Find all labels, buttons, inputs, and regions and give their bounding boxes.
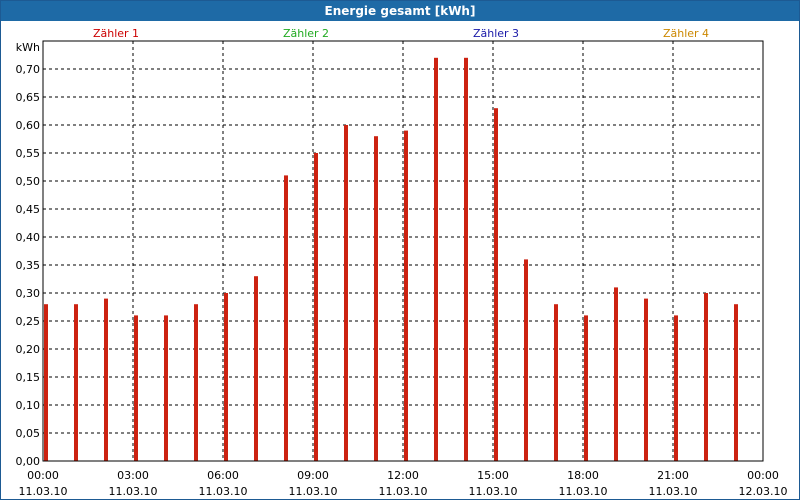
- legend-entry: Zähler 3: [473, 27, 519, 40]
- x-tick-date: 11.03.10: [109, 485, 158, 498]
- bar: [674, 315, 678, 461]
- bar: [614, 287, 618, 461]
- x-tick-time: 00:00: [747, 469, 779, 482]
- bar: [734, 304, 738, 461]
- bar: [134, 315, 138, 461]
- y-tick-label: 0,40: [16, 231, 41, 244]
- bar: [194, 304, 198, 461]
- x-tick-date: 11.03.10: [289, 485, 338, 498]
- bar: [464, 57, 468, 462]
- x-tick-time: 12:00: [387, 469, 419, 482]
- x-tick-time: 21:00: [657, 469, 689, 482]
- bar: [254, 276, 258, 461]
- y-tick-label: 0,20: [16, 343, 41, 356]
- chart-window: Energie gesamt [kWh] 0,00 0,05 0,10 0,15 0,2…: [0, 0, 800, 500]
- bar: [554, 304, 558, 461]
- bar: [74, 304, 78, 461]
- x-tick-time: 00:00: [27, 469, 59, 482]
- x-tick-date: 11.03.10: [19, 485, 68, 498]
- y-tick-label: 0,55: [16, 147, 41, 160]
- y-tick-label: 0,45: [16, 203, 41, 216]
- bar: [224, 293, 228, 461]
- legend-entry: Zähler 1: [93, 27, 139, 40]
- x-tick-time: 03:00: [117, 469, 149, 482]
- bar: [284, 175, 288, 461]
- bar: [704, 293, 708, 461]
- bar: [104, 298, 108, 461]
- x-tick-date: 11.03.10: [649, 485, 698, 498]
- bar: [524, 259, 528, 461]
- x-tick-date: 11.03.10: [469, 485, 518, 498]
- bar: [494, 108, 498, 461]
- y-tick-label: 0,30: [16, 287, 41, 300]
- bar: [374, 136, 378, 461]
- bar: [44, 304, 48, 461]
- x-tick-time: 06:00: [207, 469, 239, 482]
- y-tick-label: 0,65: [16, 91, 41, 104]
- y-tick-label: 0,00: [16, 455, 41, 468]
- energy-bar-chart: 0,00 0,05 0,10 0,15 0,20 0,25 0,30 0,35 0,40 0,45…: [16, 27, 788, 498]
- y-tick-label: 0,10: [16, 399, 41, 412]
- legend-entry: Zähler 4: [663, 27, 709, 40]
- y-tick-label: 0,50: [16, 175, 41, 188]
- x-tick-date: 11.03.10: [379, 485, 428, 498]
- bar: [584, 315, 588, 461]
- y-tick-label: 0,15: [16, 371, 41, 384]
- y-axis-label: kWh: [16, 41, 40, 54]
- x-tick-date: 11.03.10: [559, 485, 608, 498]
- y-tick-label: 0,60: [16, 119, 41, 132]
- x-tick-time: 15:00: [477, 469, 509, 482]
- x-tick-time: 09:00: [297, 469, 329, 482]
- y-tick-label: 0,05: [16, 427, 41, 440]
- bar: [164, 315, 168, 461]
- y-tick-label: 0,70: [16, 63, 41, 76]
- y-tick-label: 0,25: [16, 315, 41, 328]
- y-tick-label: 0,35: [16, 259, 41, 272]
- x-tick-time: 18:00: [567, 469, 599, 482]
- bar: [404, 130, 408, 461]
- bar: [434, 57, 438, 462]
- x-tick-date: 11.03.10: [199, 485, 248, 498]
- bar: [314, 153, 318, 461]
- x-tick-date: 12.03.10: [739, 485, 788, 498]
- legend-entry: Zähler 2: [283, 27, 329, 40]
- bar: [344, 125, 348, 461]
- bar: [644, 298, 648, 461]
